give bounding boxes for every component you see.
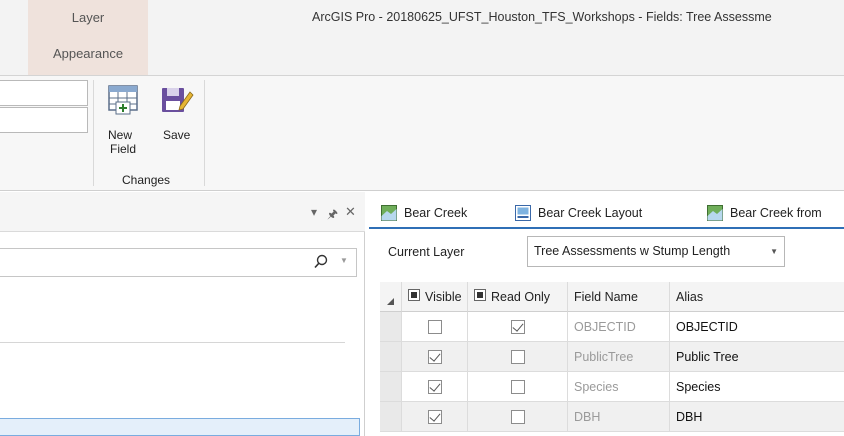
layout-view-icon [515, 205, 531, 221]
tab-bear-creek-from[interactable]: Bear Creek from [707, 199, 822, 227]
tab-bear-creek[interactable]: Bear Creek [381, 199, 467, 227]
table-row[interactable]: DBH DBH [380, 402, 844, 432]
chevron-down-icon: ▼ [770, 247, 778, 256]
view-tabs: Bear Creek Bear Creek Layout Bear Creek … [369, 199, 844, 227]
ribbon-separator [93, 80, 94, 186]
tab-label: Bear Creek Layout [538, 206, 643, 220]
field-name-cell[interactable]: DBH [568, 402, 670, 432]
search-input[interactable] [0, 248, 357, 277]
visible-checkbox[interactable] [427, 379, 442, 394]
column-label: Read Only [491, 289, 551, 304]
row-selector[interactable] [380, 372, 402, 402]
read-only-checkbox[interactable] [510, 379, 525, 394]
alias: Species [676, 379, 721, 394]
visible-checkbox[interactable] [427, 319, 442, 334]
alias: Public Tree [676, 349, 739, 364]
tab-label: Bear Creek [404, 206, 468, 220]
map-view-icon [381, 205, 397, 221]
tab-label: Bear Creek from [730, 206, 822, 220]
save-icon [162, 88, 194, 112]
read-only-cell [468, 372, 568, 402]
map-view-icon [707, 205, 723, 221]
new-field-label-line2: Field [110, 142, 137, 156]
select-all-corner[interactable] [380, 282, 402, 312]
search-glyph [314, 254, 328, 269]
chevron-down-icon[interactable]: ▼ [340, 256, 348, 265]
selected-list-item[interactable] [0, 418, 360, 436]
row-selector[interactable] [380, 312, 402, 342]
visible-cell [402, 312, 468, 342]
close-icon[interactable]: ✕ [345, 204, 356, 220]
current-layer-value: Tree Assessments w Stump Length [534, 244, 731, 258]
alias-cell[interactable]: DBH [670, 402, 844, 432]
current-layer-dropdown[interactable]: Tree Assessments w Stump Length ▼ [527, 236, 785, 267]
column-label: Field Name [574, 289, 638, 304]
read-only-cell [468, 402, 568, 432]
search-icon[interactable] [312, 252, 330, 272]
row-selector[interactable] [380, 342, 402, 372]
divider [0, 342, 345, 343]
field-name-cell[interactable]: OBJECTID [568, 312, 670, 342]
read-only-checkbox[interactable] [510, 319, 525, 334]
table-header-row: Visible Read Only Field Name Alias [380, 282, 844, 312]
read-only-checkbox[interactable] [510, 349, 525, 364]
column-header-visible[interactable]: Visible [402, 282, 468, 312]
ribbon-separator [204, 80, 205, 186]
field-name: OBJECTID [574, 319, 636, 334]
field-name: DBH [574, 409, 601, 424]
row-selector[interactable] [380, 402, 402, 432]
ribbon-group-label: Changes [122, 173, 171, 187]
visible-cell [402, 372, 468, 402]
read-only-cell [468, 342, 568, 372]
alias: DBH [676, 409, 703, 424]
corner-triangle-icon [387, 298, 394, 305]
ribbon-combo-bottom[interactable] [0, 107, 88, 133]
field-name-cell[interactable]: Species [568, 372, 670, 402]
read-only-cell [468, 312, 568, 342]
column-header-alias[interactable]: Alias [670, 282, 844, 312]
visible-cell [402, 402, 468, 432]
save-label: Save [163, 128, 191, 142]
alias-cell[interactable]: Public Tree [670, 342, 844, 372]
active-tab-indicator [369, 227, 844, 229]
column-label: Visible [425, 289, 462, 304]
tab-appearance[interactable]: Appearance [28, 46, 148, 61]
contextual-tab-label: Layer [71, 10, 105, 25]
visible-checkbox[interactable] [427, 349, 442, 364]
new-field-label-line1: New [108, 128, 133, 142]
table-row[interactable]: PublicTree Public Tree [380, 342, 844, 372]
column-label: Alias [676, 289, 704, 304]
ribbon-combo-top[interactable] [0, 80, 88, 106]
current-layer-label: Current Layer [388, 245, 465, 259]
field-name-cell[interactable]: PublicTree [568, 342, 670, 372]
tab-bear-creek-layout[interactable]: Bear Creek Layout [515, 199, 642, 227]
new-field-icon [108, 85, 138, 115]
read-only-checkbox[interactable] [510, 409, 525, 424]
alias: OBJECTID [676, 319, 738, 334]
save-button[interactable] [158, 82, 194, 162]
visible-cell [402, 342, 468, 372]
checkbox-icon [408, 289, 420, 301]
table-row[interactable]: Species Species [380, 372, 844, 402]
visible-checkbox[interactable] [427, 409, 442, 424]
table-row[interactable]: OBJECTID OBJECTID [380, 312, 844, 342]
checkbox-icon [474, 289, 486, 301]
column-header-field-name[interactable]: Field Name [568, 282, 670, 312]
field-name: Species [574, 379, 619, 394]
alias-cell[interactable]: Species [670, 372, 844, 402]
pane-options-icon[interactable]: ▾ [311, 205, 317, 219]
field-name: PublicTree [574, 349, 634, 364]
pin-icon[interactable]: 🖈 [327, 205, 338, 226]
alias-cell[interactable]: OBJECTID [670, 312, 844, 342]
column-header-read-only[interactable]: Read Only [468, 282, 568, 312]
window-title: ArcGIS Pro - 20180625_UFST_Houston_TFS_W… [312, 10, 772, 24]
